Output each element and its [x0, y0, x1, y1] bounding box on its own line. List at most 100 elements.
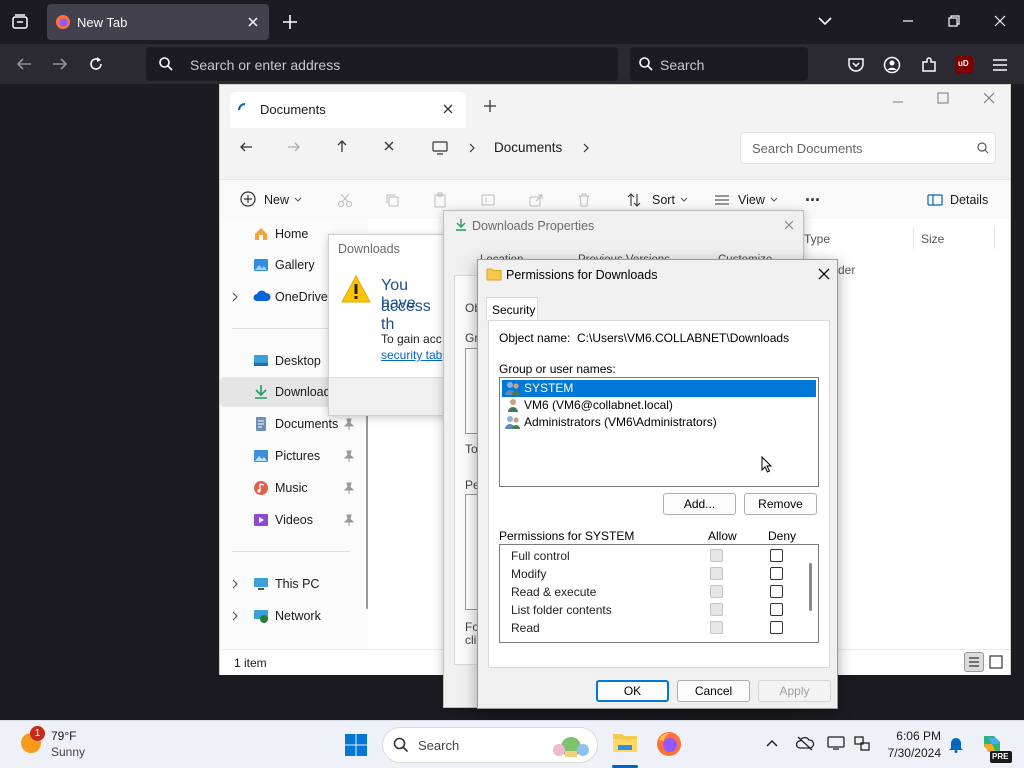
deny-checkbox[interactable] [770, 585, 783, 598]
up-arrow-icon[interactable] [334, 138, 350, 154]
chevron-right-icon[interactable] [231, 579, 239, 589]
minimize-window-icon[interactable] [901, 14, 915, 28]
address-bar[interactable]: Documents [420, 132, 724, 164]
notification-bell-icon[interactable] [948, 735, 964, 753]
deny-checkbox[interactable] [770, 603, 783, 616]
nav-item-music[interactable]: Music [220, 473, 368, 503]
column-header-size[interactable]: Size [921, 232, 944, 246]
details-view-toggle[interactable] [964, 652, 984, 672]
nav-item-pictures[interactable]: Pictures [220, 441, 368, 471]
pin-icon[interactable] [344, 450, 354, 462]
nav-item-network[interactable]: Network [220, 601, 368, 631]
tab-security[interactable]: Security [486, 297, 538, 321]
new-button[interactable]: New [264, 193, 289, 207]
minimize-window-icon[interactable] [891, 95, 905, 109]
sort-button[interactable]: Sort [652, 193, 675, 207]
ok-button[interactable]: OK [596, 680, 669, 702]
restore-window-icon[interactable] [947, 14, 961, 28]
hamburger-menu-icon[interactable] [991, 56, 1009, 74]
pocket-icon[interactable] [847, 56, 865, 74]
file-explorer-taskbar-icon[interactable] [612, 730, 638, 754]
remove-button[interactable]: Remove [744, 493, 817, 515]
allow-checkbox[interactable] [710, 585, 723, 598]
column-divider[interactable] [994, 227, 995, 249]
back-arrow-icon[interactable] [15, 56, 33, 72]
paste-clipboard-icon[interactable] [432, 192, 448, 208]
search-icon [393, 737, 409, 753]
allow-checkbox[interactable] [710, 567, 723, 580]
details-button[interactable]: Details [950, 193, 988, 207]
close-window-icon[interactable] [993, 14, 1007, 28]
copy-icon[interactable] [384, 192, 400, 208]
list-item-system[interactable]: SYSTEM [502, 380, 816, 397]
clock-time[interactable]: 6:06 PM [883, 729, 941, 743]
close-tab-icon[interactable] [246, 15, 260, 29]
rename-icon[interactable] [480, 192, 496, 208]
deny-checkbox[interactable] [770, 567, 783, 580]
browser-tab-new-tab[interactable]: New Tab [47, 4, 269, 40]
cancel-button[interactable]: Cancel [677, 680, 750, 702]
firefox-taskbar-icon[interactable] [656, 731, 682, 757]
delete-trash-icon[interactable] [576, 192, 592, 208]
deny-checkbox[interactable] [770, 621, 783, 634]
network-ethernet-icon[interactable] [853, 735, 871, 751]
close-tab-icon[interactable] [442, 103, 454, 115]
list-item-administrators[interactable]: Administrators (VM6\Administrators) [502, 414, 816, 431]
extensions-puzzle-icon[interactable] [920, 56, 938, 74]
allow-checkbox[interactable] [710, 549, 723, 562]
search-documents-input[interactable]: Search Documents [740, 132, 996, 164]
chevron-right-icon[interactable] [582, 143, 590, 153]
tiles-view-toggle-icon[interactable] [988, 654, 1004, 670]
column-header-type[interactable]: Type [804, 232, 830, 246]
new-tab-plus-icon[interactable] [281, 13, 299, 31]
share-icon[interactable] [528, 192, 544, 208]
chevron-right-icon[interactable] [231, 611, 239, 621]
close-icon[interactable] [817, 267, 831, 281]
column-divider[interactable] [913, 227, 914, 249]
new-plus-icon[interactable] [240, 191, 256, 207]
cloud-offline-icon[interactable] [795, 735, 815, 751]
reload-icon[interactable] [87, 55, 105, 73]
nav-item-this-pc[interactable]: This PC [220, 569, 368, 599]
deny-checkbox[interactable] [770, 549, 783, 562]
allow-checkbox[interactable] [710, 603, 723, 616]
explorer-tab-documents[interactable]: Documents [230, 92, 466, 128]
allow-checkbox[interactable] [710, 621, 723, 634]
weather-notification-badge: 1 [30, 726, 45, 741]
pin-icon[interactable] [344, 418, 354, 430]
show-hidden-icons-chevron-up[interactable] [765, 738, 779, 748]
cut-scissors-icon[interactable] [337, 192, 353, 208]
list-item-vm6-user[interactable]: VM6 (VM6@collabnet.local) [502, 397, 816, 414]
pin-icon[interactable] [344, 482, 354, 494]
address-bar[interactable]: Search or enter address [146, 47, 618, 81]
taskbar-search-box[interactable]: Search [382, 727, 598, 763]
close-icon[interactable] [783, 219, 795, 231]
list-all-tabs-chevron-icon[interactable] [817, 15, 833, 27]
more-options-button[interactable]: ... [805, 185, 820, 206]
tab-list-icon[interactable] [10, 12, 30, 32]
add-button[interactable]: Add... [663, 493, 736, 515]
weather-temperature[interactable]: 79°F [51, 729, 76, 743]
account-icon[interactable] [883, 56, 901, 74]
apply-button[interactable]: Apply [758, 680, 831, 702]
chevron-right-icon[interactable] [231, 292, 239, 302]
clock-date[interactable]: 7/30/2024 [883, 746, 941, 760]
view-button[interactable]: View [738, 193, 765, 207]
ublock-origin-icon[interactable]: uD [955, 56, 973, 74]
weather-condition[interactable]: Sunny [51, 745, 85, 759]
forward-arrow-icon[interactable] [51, 56, 69, 72]
pin-icon[interactable] [344, 514, 354, 526]
nav-item-videos[interactable]: Videos [220, 505, 368, 535]
stop-loading-x-icon[interactable] [383, 140, 395, 152]
windows-start-icon[interactable] [344, 733, 368, 757]
close-window-icon[interactable] [982, 91, 996, 105]
forward-arrow-icon[interactable] [286, 139, 302, 155]
back-arrow-icon[interactable] [238, 139, 254, 155]
permissions-scrollbar-thumb[interactable] [809, 563, 812, 611]
display-icon[interactable] [827, 735, 845, 751]
new-tab-plus-icon[interactable] [483, 99, 497, 113]
security-tab-link[interactable]: security tab [381, 348, 442, 362]
breadcrumb-documents[interactable]: Documents [494, 140, 562, 155]
maximize-window-icon[interactable] [936, 91, 950, 105]
browser-search-box[interactable]: Search [630, 47, 808, 81]
